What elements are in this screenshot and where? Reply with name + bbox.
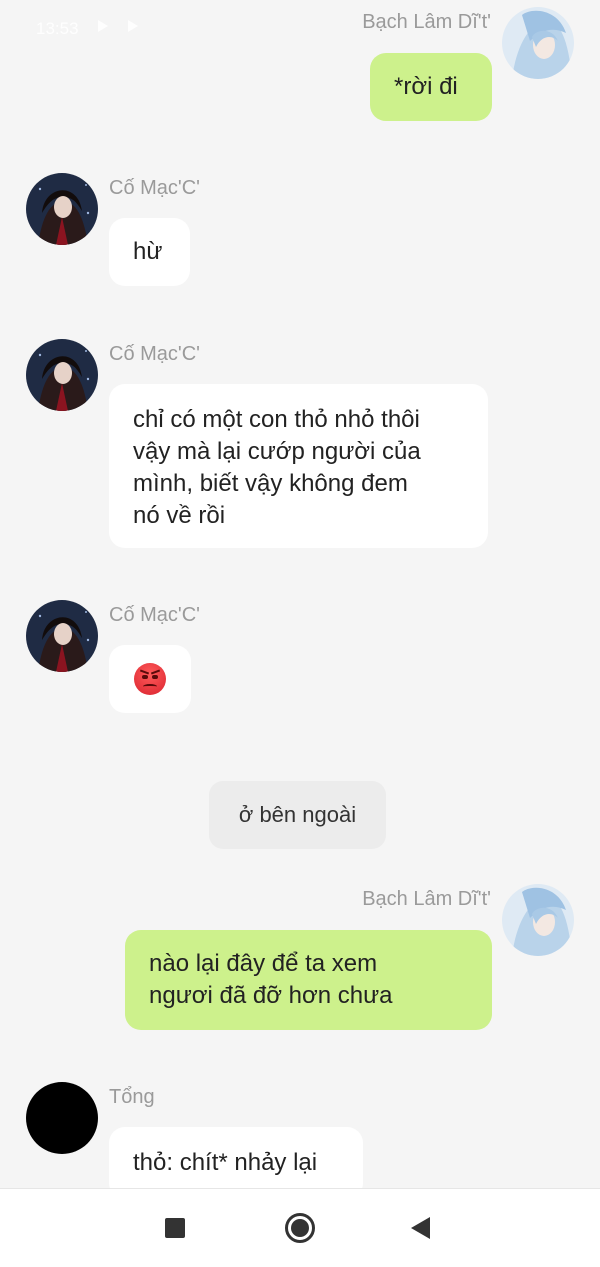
message-text: chỉ có một con thỏ nhỏ thôi <box>133 406 420 433</box>
avatar[interactable] <box>502 884 574 956</box>
sender-name: Bạch Lâm Dĩ't' <box>362 11 491 33</box>
avatar[interactable] <box>26 1082 98 1154</box>
avatar[interactable] <box>502 7 574 79</box>
message-text: nó về rồi <box>133 502 226 529</box>
sender-name: Tổng <box>109 1086 155 1108</box>
status-time: 13:53 <box>36 19 79 38</box>
recent-apps-icon[interactable] <box>165 1218 185 1238</box>
sender-name: Bạch Lâm Dĩ't' <box>362 888 491 910</box>
message-text: vậy mà lại cướp người của <box>133 438 421 465</box>
message-text: nào lại đây để ta xem <box>149 950 378 977</box>
back-icon[interactable] <box>411 1217 430 1239</box>
sender-name: Cố Mạc'C' <box>109 177 200 199</box>
message-bubble[interactable]: nào lại đây để ta xem ngươi đã đỡ hơn ch… <box>125 930 492 1030</box>
sender-name: Cố Mạc'C' <box>109 604 200 626</box>
avatar[interactable] <box>26 600 98 672</box>
angry-face-icon <box>134 663 166 695</box>
home-icon[interactable] <box>285 1213 315 1243</box>
message-text: *rời đi <box>394 73 458 100</box>
play-icon <box>128 20 138 32</box>
message-text: thỏ: chít* nhảy lại <box>133 1149 318 1176</box>
message-text: hừ <box>133 238 163 265</box>
avatar[interactable] <box>26 339 98 411</box>
message-bubble[interactable]: hừ <box>109 218 190 286</box>
message-bubble[interactable] <box>109 645 191 713</box>
play-icon <box>98 20 108 32</box>
navigation-bar <box>0 1188 600 1267</box>
message-bubble[interactable]: chỉ có một con thỏ nhỏ thôi vậy mà lại c… <box>109 384 488 548</box>
sender-name: Cố Mạc'C' <box>109 343 200 365</box>
message-text: ngươi đã đỡ hơn chưa <box>149 982 393 1009</box>
message-bubble[interactable]: *rời đi <box>370 53 492 121</box>
avatar[interactable] <box>26 173 98 245</box>
chat-screen: 13:53 Bạch Lâm Dĩ't' *rời đi Cố Mạc'C' h… <box>0 0 600 1267</box>
system-notice: ở bên ngoài <box>209 781 386 849</box>
message-text: mình, biết vậy không đem <box>133 470 408 497</box>
